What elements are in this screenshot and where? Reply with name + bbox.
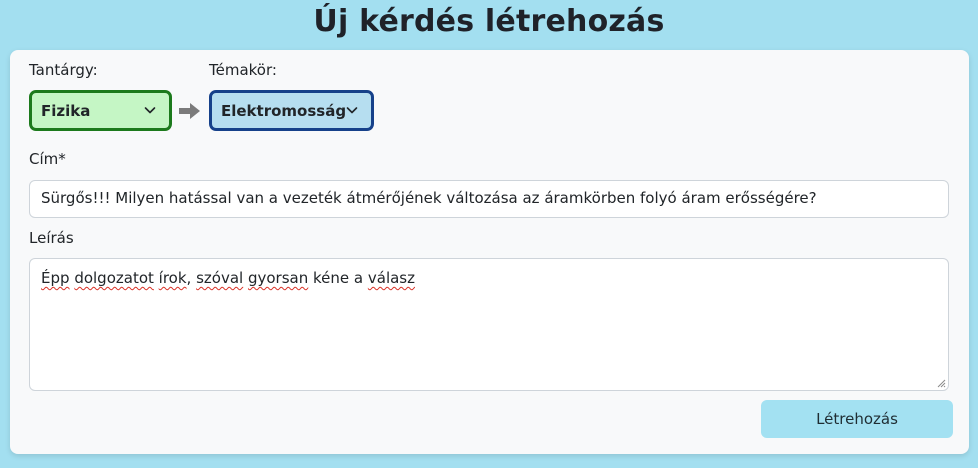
- subject-label: Tantárgy:: [29, 61, 98, 79]
- title-label: Cím*: [29, 150, 66, 168]
- arrow-right-icon: [179, 103, 200, 119]
- text-segment: ,: [186, 269, 197, 287]
- create-button[interactable]: Létrehozás: [761, 400, 953, 438]
- subject-select[interactable]: Fizika: [29, 90, 172, 131]
- topic-select-value: Elektromosság: [221, 101, 347, 120]
- spellcheck-word: írok: [158, 269, 187, 287]
- spellcheck-word: válasz: [367, 269, 415, 287]
- topic-select[interactable]: Elektromosság: [209, 90, 374, 131]
- text-segment: kéne a: [308, 269, 368, 287]
- resize-handle-icon[interactable]: [936, 378, 946, 388]
- description-textarea[interactable]: Épp dolgozatot írok, szóval gyorsan kéne…: [29, 258, 949, 391]
- spellcheck-word: dolgozatot: [74, 269, 154, 287]
- description-label: Leírás: [29, 229, 74, 247]
- spellcheck-word: gyorsan: [247, 269, 309, 287]
- topic-label: Témakör:: [209, 61, 277, 79]
- spellcheck-word: Épp: [41, 269, 70, 287]
- title-input[interactable]: Sürgős!!! Milyen hatással van a vezeték …: [29, 180, 949, 218]
- subject-select-value: Fizika: [41, 101, 91, 120]
- chevron-down-icon: [346, 107, 358, 114]
- spellcheck-word: szóval: [196, 269, 244, 287]
- page-title: Új kérdés létrehozás: [313, 4, 665, 39]
- question-form-card: Tantárgy: Témakör: Fizika Elektromosság …: [10, 50, 969, 454]
- chevron-down-icon: [144, 107, 156, 114]
